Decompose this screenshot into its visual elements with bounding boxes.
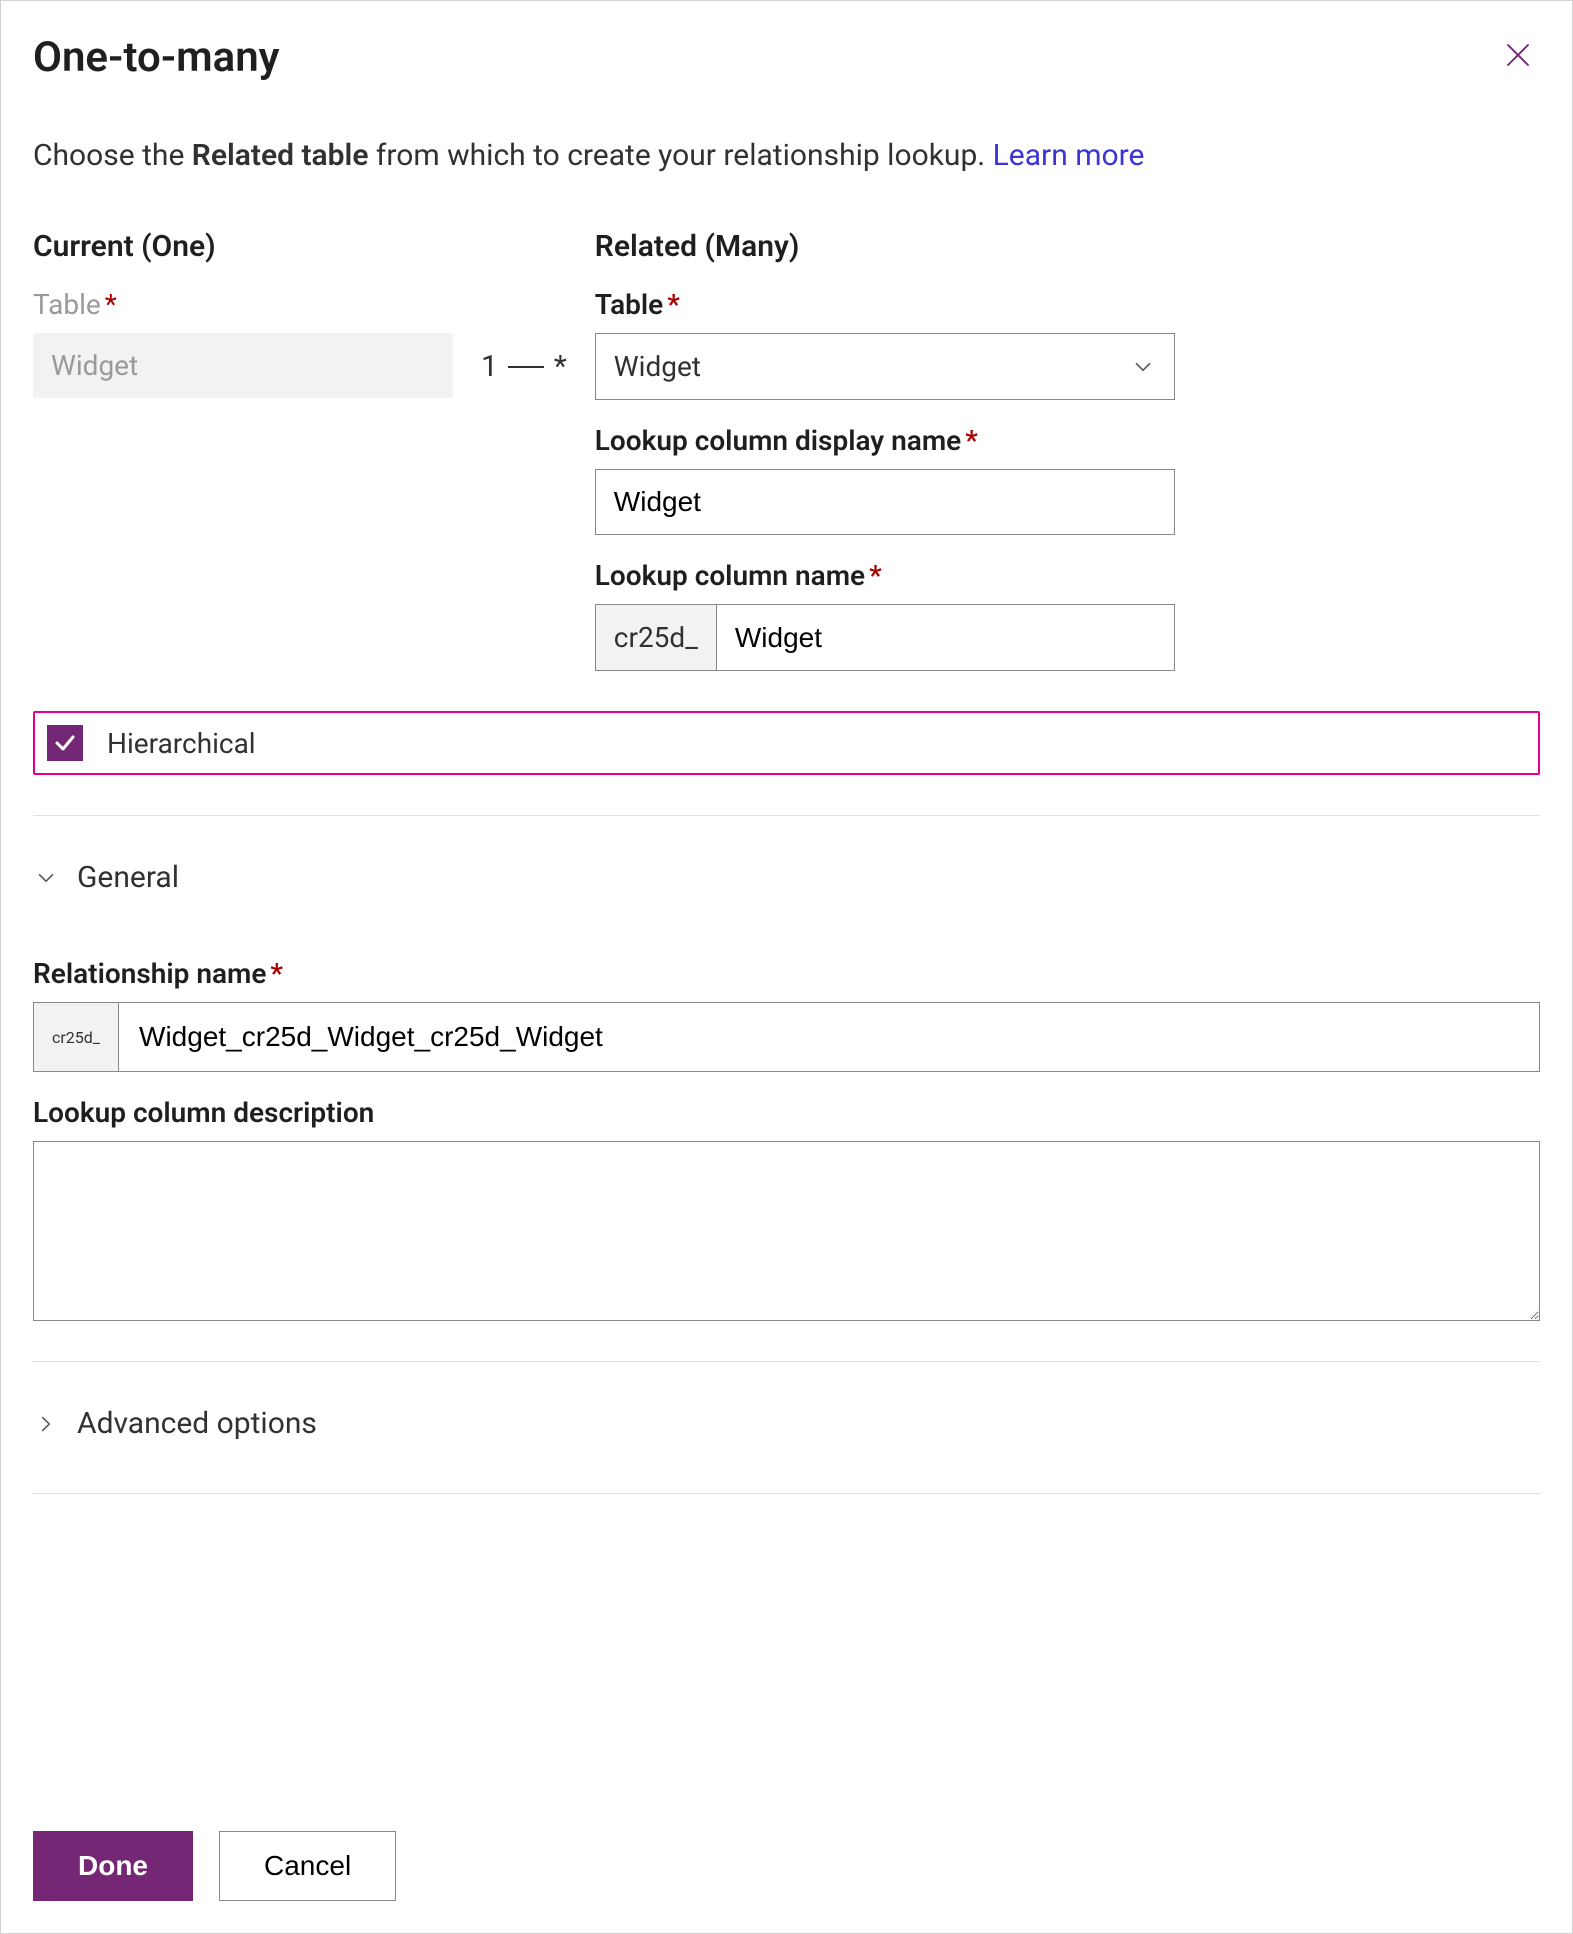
lookup-name-label: Lookup column name* [595, 559, 1175, 592]
relationship-name-input-wrap: cr25d_ [33, 1002, 1540, 1072]
intro-bold: Related table [192, 138, 369, 173]
required-asterisk: * [869, 559, 882, 592]
divider [33, 1493, 1540, 1494]
relationship-name-prefix: cr25d_ [34, 1003, 119, 1071]
current-column: Current (One) Table* Widget [33, 229, 453, 398]
required-asterisk: * [270, 957, 283, 990]
cancel-button[interactable]: Cancel [219, 1831, 396, 1901]
related-table-label-text: Table [595, 288, 663, 321]
required-asterisk: * [965, 424, 978, 457]
lookup-name-prefix: cr25d_ [596, 605, 717, 670]
general-heading: General [77, 860, 179, 895]
done-button[interactable]: Done [33, 1831, 193, 1901]
close-button[interactable] [1496, 33, 1540, 77]
lookup-display-input[interactable] [595, 469, 1175, 535]
relation-notation: 1 * [481, 229, 567, 384]
relation-many: * [554, 349, 567, 384]
footer: Done Cancel [33, 1791, 1540, 1901]
lookup-name-input[interactable] [717, 605, 1174, 670]
lookup-name-input-wrap: cr25d_ [595, 604, 1175, 671]
hierarchical-highlight: Hierarchical [33, 711, 1540, 775]
panel-header: One-to-many [33, 33, 1540, 82]
related-heading: Related (Many) [595, 229, 1175, 264]
required-asterisk: * [667, 288, 680, 321]
intro-prefix: Choose the [33, 138, 192, 173]
one-to-many-panel: One-to-many Choose the Related table fro… [0, 0, 1573, 1934]
relationship-name-input[interactable] [119, 1003, 1539, 1071]
lookup-display-label: Lookup column display name* [595, 424, 1175, 457]
intro-suffix: from which to create your relationship l… [368, 138, 992, 173]
learn-more-link[interactable]: Learn more [993, 138, 1145, 173]
divider [33, 815, 1540, 816]
hierarchical-label: Hierarchical [107, 727, 256, 760]
related-table-value: Widget [614, 350, 701, 383]
lookup-display-label-text: Lookup column display name [595, 424, 961, 457]
intro-text: Choose the Related table from which to c… [33, 138, 1540, 173]
relationship-name-label: Relationship name* [33, 957, 1540, 990]
relation-line-icon [508, 366, 544, 368]
current-table-label: Table* [33, 288, 453, 321]
lookup-description-label: Lookup column description [33, 1096, 1540, 1129]
divider [33, 1361, 1540, 1362]
related-column: Related (Many) Table* Widget Lookup colu… [595, 229, 1175, 671]
lookup-name-label-text: Lookup column name [595, 559, 865, 592]
chevron-right-icon [33, 1411, 59, 1437]
related-table-label: Table* [595, 288, 1175, 321]
panel-title: One-to-many [33, 33, 280, 82]
current-heading: Current (One) [33, 229, 453, 264]
columns-row: Current (One) Table* Widget 1 * Related … [33, 229, 1540, 671]
close-icon [1503, 40, 1533, 70]
advanced-section-toggle[interactable]: Advanced options [33, 1406, 1540, 1441]
hierarchical-checkbox[interactable] [47, 725, 83, 761]
chevron-down-icon [1130, 354, 1156, 380]
relationship-name-label-text: Relationship name [33, 957, 266, 990]
related-table-select[interactable]: Widget [595, 333, 1175, 400]
required-asterisk: * [105, 288, 117, 321]
advanced-heading: Advanced options [77, 1406, 317, 1441]
chevron-down-icon [33, 865, 59, 891]
general-section-toggle[interactable]: General [33, 860, 1540, 895]
current-table-field: Widget [33, 333, 453, 398]
lookup-description-textarea[interactable] [33, 1141, 1540, 1321]
relation-one: 1 [481, 349, 498, 384]
check-icon [53, 731, 77, 755]
current-table-label-text: Table [33, 288, 101, 321]
